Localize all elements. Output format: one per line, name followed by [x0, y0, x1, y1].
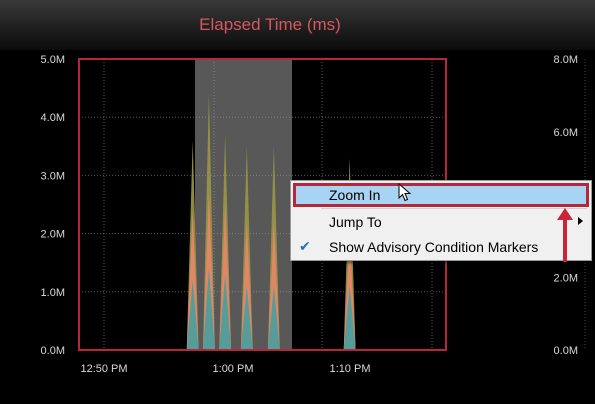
- menu-item-label: Show Advisory Condition Markers: [329, 239, 539, 255]
- y-tick-label-left: 4.0M: [41, 112, 65, 124]
- y-tick-label-right: 6.0M: [554, 127, 578, 139]
- y-tick-label-left: 5.0M: [41, 54, 65, 66]
- submenu-arrow-icon: [578, 217, 583, 225]
- y-tick-label-left: 0.0M: [41, 345, 65, 357]
- y-tick-label-left: 2.0M: [41, 229, 65, 241]
- y-tick-label-left: 1.0M: [41, 287, 65, 299]
- x-tick-label: 1:00 PM: [213, 363, 254, 375]
- menu-item-advisory-markers[interactable]: ✔ Show Advisory Condition Markers: [293, 235, 589, 259]
- x-tick-label: 12:50 PM: [80, 363, 127, 375]
- menu-item-label: Zoom In: [329, 187, 381, 203]
- x-tick-label: 1:10 PM: [330, 363, 371, 375]
- y-tick-label-right: 8.0M: [554, 54, 578, 66]
- annotation-arrow-icon: [557, 208, 573, 262]
- menu-item-jump-to[interactable]: Jump To: [293, 210, 589, 234]
- y-tick-label-right: 0.0M: [554, 345, 578, 357]
- y-tick-label-left: 3.0M: [41, 170, 65, 182]
- context-menu: Zoom In Jump To ✔ Show Advisory Conditio…: [290, 180, 592, 261]
- menu-separator: [321, 208, 587, 209]
- menu-item-label: Jump To: [329, 214, 382, 230]
- checkmark-icon: ✔: [299, 238, 311, 254]
- menu-item-zoom-in[interactable]: Zoom In: [293, 183, 589, 207]
- mouse-pointer-icon: [398, 183, 412, 202]
- y-tick-label-right: 2.0M: [554, 272, 578, 284]
